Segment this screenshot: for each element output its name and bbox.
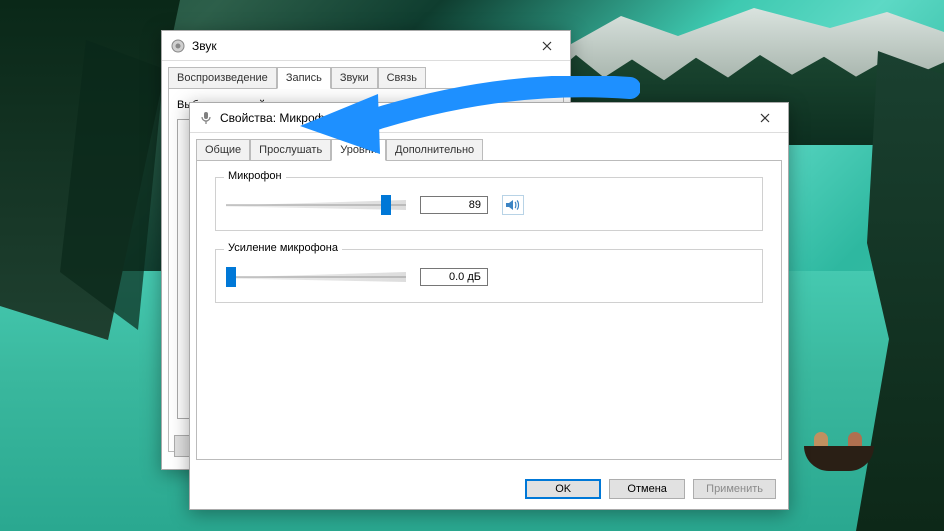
props-titlebar[interactable]: Свойства: Микрофон [190, 103, 788, 133]
microphone-level-slider[interactable] [226, 194, 406, 216]
microphone-level-value[interactable]: 89 [420, 196, 488, 214]
props-tabs: Общие Прослушать Уровни Дополнительно [196, 139, 782, 160]
microphone-level-label: Микрофон [224, 170, 286, 182]
levels-tab-content: Микрофон 89 Усиление микрофона [196, 160, 782, 460]
tab-sounds[interactable]: Звуки [331, 67, 378, 88]
tab-playback[interactable]: Воспроизведение [168, 67, 277, 88]
sound-icon [170, 38, 186, 54]
sound-titlebar[interactable]: Звук [162, 31, 570, 61]
tab-listen[interactable]: Прослушать [250, 139, 331, 160]
props-close-button[interactable] [748, 107, 782, 129]
ok-button[interactable]: OK [525, 479, 601, 499]
microphone-boost-label: Усиление микрофона [224, 242, 342, 254]
tab-recording[interactable]: Запись [277, 67, 331, 89]
apply-button[interactable]: Применить [693, 479, 776, 499]
cancel-button[interactable]: Отмена [609, 479, 685, 499]
microphone-level-group: Микрофон 89 [215, 177, 763, 231]
microphone-boost-slider[interactable] [226, 266, 406, 288]
microphone-boost-group: Усиление микрофона 0.0 дБ [215, 249, 763, 303]
sound-close-button[interactable] [530, 35, 564, 57]
tab-general[interactable]: Общие [196, 139, 250, 160]
tab-communications[interactable]: Связь [378, 67, 426, 88]
props-button-row: OK Отмена Применить [525, 479, 776, 499]
microphone-icon [198, 110, 214, 126]
microphone-mute-button[interactable] [502, 195, 524, 215]
mic-properties-window: Свойства: Микрофон Общие Прослушать Уров… [189, 102, 789, 510]
microphone-boost-value[interactable]: 0.0 дБ [420, 268, 488, 286]
props-title: Свойства: Микрофон [220, 111, 338, 125]
sound-tabs: Воспроизведение Запись Звуки Связь [168, 67, 564, 88]
sound-title: Звук [192, 39, 217, 53]
tab-advanced[interactable]: Дополнительно [386, 139, 483, 160]
tab-levels[interactable]: Уровни [331, 139, 386, 161]
